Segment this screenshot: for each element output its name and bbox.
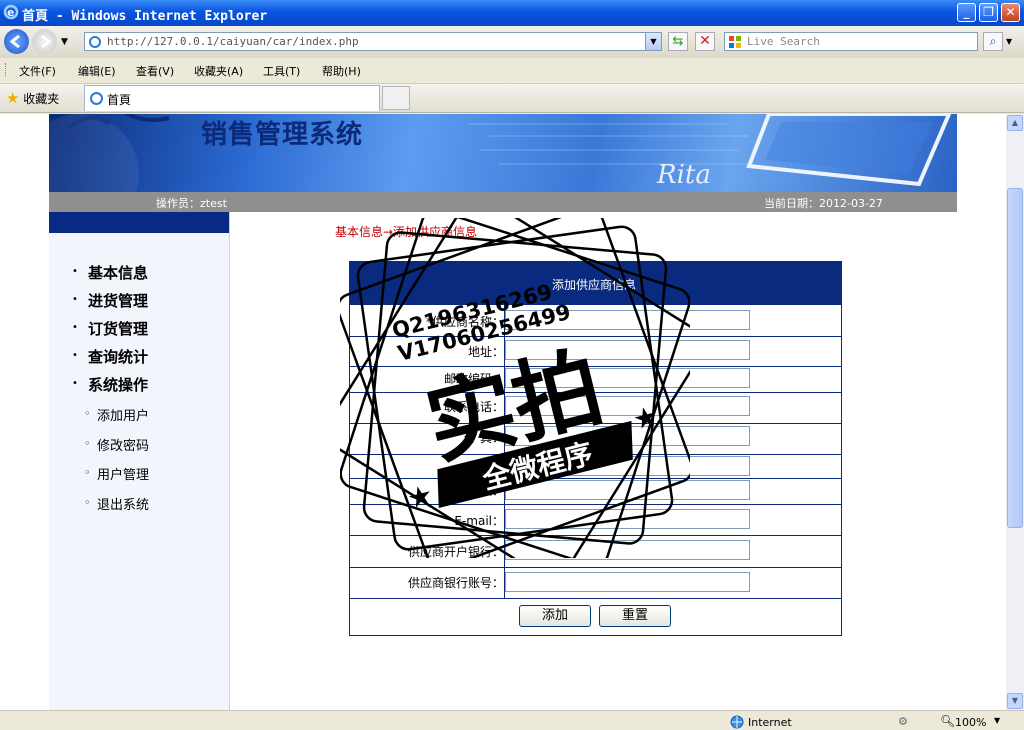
minimize-button[interactable]: _ bbox=[957, 3, 976, 22]
bullet-icon: • bbox=[72, 294, 78, 305]
sidebar-subitem-logout[interactable]: 退出系统 bbox=[97, 494, 149, 513]
star-icon: ★ bbox=[404, 478, 436, 516]
header-banner: 销售管理系统 Rita bbox=[49, 114, 957, 192]
form-row bbox=[350, 598, 841, 599]
address-bar[interactable]: http://127.0.0.1/caiyuan/car/index.php ▼ bbox=[84, 32, 662, 51]
sidebar-item-orders[interactable]: 订货管理 bbox=[88, 318, 148, 339]
windows-logo-icon bbox=[729, 36, 741, 48]
status-bar: Internet ⚙ 🔍︎ 100% ▼ bbox=[0, 710, 1024, 730]
zoom-level[interactable]: 100% bbox=[955, 716, 986, 729]
circle-bullet-icon: ◦ bbox=[84, 496, 91, 509]
sidebar-subitem-change-password[interactable]: 修改密码 bbox=[97, 435, 149, 454]
circle-bullet-icon: ◦ bbox=[84, 407, 91, 420]
sidebar bbox=[49, 212, 230, 710]
search-options-icon[interactable]: ▼ bbox=[1006, 37, 1012, 46]
banner-signature: Rita bbox=[657, 160, 711, 190]
tab-label: 首頁 bbox=[107, 93, 132, 107]
search-icon[interactable]: ⌕ bbox=[983, 32, 1003, 51]
address-dropdown-icon[interactable]: ▼ bbox=[645, 33, 661, 50]
menu-tools[interactable]: 工具(T) bbox=[263, 63, 300, 79]
window-title-bar: e 首頁 - Windows Internet Explorer _ ❐ ✕ bbox=[0, 0, 1024, 26]
scroll-up-icon[interactable]: ▲ bbox=[1007, 115, 1023, 131]
watermark-stamp: Q2196316269 V17060256499 实拍 全微程序 ★ ★ bbox=[340, 218, 690, 558]
search-box[interactable]: Live Search bbox=[724, 32, 978, 51]
zoom-icon: 🔍︎ bbox=[940, 714, 956, 728]
toolbar-grip bbox=[5, 63, 8, 77]
sidebar-item-system[interactable]: 系统操作 bbox=[88, 374, 148, 395]
history-dropdown-icon[interactable]: ▼ bbox=[61, 37, 68, 47]
banner-graphic bbox=[49, 114, 952, 192]
sidebar-subitem-user-management[interactable]: 用户管理 bbox=[97, 464, 149, 483]
form-row bbox=[350, 567, 841, 568]
favorites-star-icon: ★ bbox=[6, 89, 20, 107]
bank-account-label: 供应商银行账号： bbox=[407, 576, 504, 590]
scroll-down-icon[interactable]: ▼ bbox=[1007, 693, 1023, 709]
add-button[interactable]: 添加 bbox=[519, 605, 591, 627]
back-button[interactable] bbox=[4, 29, 29, 54]
sidebar-item-query[interactable]: 查询统计 bbox=[88, 346, 148, 367]
current-date: 当前日期：2012-03-27 bbox=[764, 197, 883, 210]
zoom-dropdown-icon[interactable]: ▼ bbox=[994, 716, 1000, 725]
reset-button[interactable]: 重置 bbox=[599, 605, 671, 627]
bullet-icon: • bbox=[72, 322, 78, 333]
window-title: 首頁 - Windows Internet Explorer bbox=[22, 9, 268, 24]
favorites-label: 收藏夹 bbox=[23, 92, 60, 106]
internet-globe-icon bbox=[730, 715, 744, 729]
svg-text:e: e bbox=[7, 6, 14, 19]
favorites-button[interactable]: ★ 收藏夹 bbox=[6, 89, 59, 107]
menu-file[interactable]: 文件(F) bbox=[19, 63, 56, 79]
scrollbar-thumb[interactable] bbox=[1007, 188, 1023, 528]
bullet-icon: • bbox=[72, 266, 78, 277]
address-url: http://127.0.0.1/caiyuan/car/index.php bbox=[107, 35, 359, 48]
forward-arrow-icon bbox=[41, 34, 52, 49]
menu-view[interactable]: 查看(V) bbox=[136, 63, 174, 79]
ie-page-icon bbox=[90, 92, 103, 105]
refresh-icon[interactable]: ⇆ bbox=[668, 32, 688, 51]
bank-account-input[interactable] bbox=[505, 572, 750, 592]
stop-icon[interactable]: ✕ bbox=[695, 32, 715, 51]
security-zone: Internet bbox=[748, 716, 792, 729]
sidebar-item-purchase[interactable]: 进货管理 bbox=[88, 290, 148, 311]
menu-edit[interactable]: 编辑(E) bbox=[78, 63, 116, 79]
sidebar-header bbox=[49, 212, 229, 233]
circle-bullet-icon: ◦ bbox=[84, 437, 91, 450]
operator-label: 操作员：ztest bbox=[156, 197, 227, 210]
restore-button[interactable]: ❐ bbox=[979, 3, 998, 22]
system-title: 销售管理系统 bbox=[201, 120, 364, 150]
close-button[interactable]: ✕ bbox=[1001, 3, 1020, 22]
protected-mode-icon[interactable]: ⚙ bbox=[898, 715, 908, 728]
sidebar-item-basic-info[interactable]: 基本信息 bbox=[88, 262, 148, 283]
ie-logo-icon: e bbox=[3, 4, 19, 20]
new-tab-button[interactable] bbox=[382, 86, 410, 110]
forward-button[interactable] bbox=[32, 29, 57, 54]
back-arrow-icon bbox=[9, 34, 20, 49]
tab-home[interactable]: 首頁 bbox=[84, 85, 380, 111]
search-placeholder: Live Search bbox=[747, 35, 820, 48]
info-bar: 操作员：ztest 当前日期：2012-03-27 bbox=[49, 192, 957, 212]
menu-favorites[interactable]: 收藏夹(A) bbox=[194, 63, 243, 79]
page-icon bbox=[89, 36, 101, 48]
bullet-icon: • bbox=[72, 378, 78, 389]
sidebar-subitem-add-user[interactable]: 添加用户 bbox=[97, 405, 149, 424]
menu-help[interactable]: 帮助(H) bbox=[322, 63, 361, 79]
bullet-icon: • bbox=[72, 350, 78, 361]
circle-bullet-icon: ◦ bbox=[84, 466, 91, 479]
